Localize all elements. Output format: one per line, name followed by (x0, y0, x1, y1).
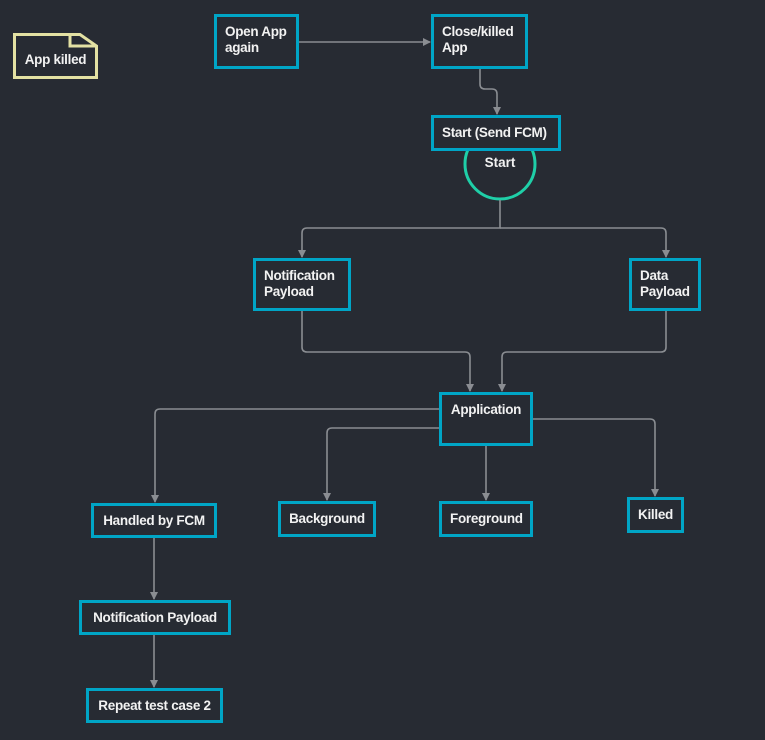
node-data-payload[interactable]: Data Payload (629, 258, 701, 311)
edge-notif-app (301, 311, 474, 392)
node-open-app-again[interactable]: Open App again (214, 14, 299, 69)
node-foreground[interactable]: Foreground (439, 501, 533, 537)
node-killed[interactable]: Killed (627, 497, 684, 533)
node-start-send-fcm[interactable]: Start (Send FCM) (431, 115, 561, 151)
edge-start-data (500, 227, 670, 258)
note-app-killed[interactable]: App killed (13, 52, 98, 67)
edge-close-start (479, 69, 501, 115)
node-close-killed-app[interactable]: Close/killed App (431, 14, 528, 69)
start-circle-label[interactable]: Start (464, 155, 536, 170)
node-application[interactable]: Application (439, 392, 533, 446)
edge-app-killed (533, 418, 659, 497)
node-repeat-test-case-2[interactable]: Repeat test case 2 (86, 688, 223, 723)
node-background[interactable]: Background (278, 501, 376, 537)
edge-app-handled (151, 408, 439, 503)
node-notification-payload-2[interactable]: Notification Payload (79, 600, 231, 635)
edge-start-notif (298, 200, 501, 258)
node-handled-by-fcm[interactable]: Handled by FCM (91, 503, 217, 538)
node-notification-payload[interactable]: Notification Payload (253, 258, 351, 311)
edge-data-app (498, 311, 667, 392)
edge-app-background (323, 427, 439, 501)
